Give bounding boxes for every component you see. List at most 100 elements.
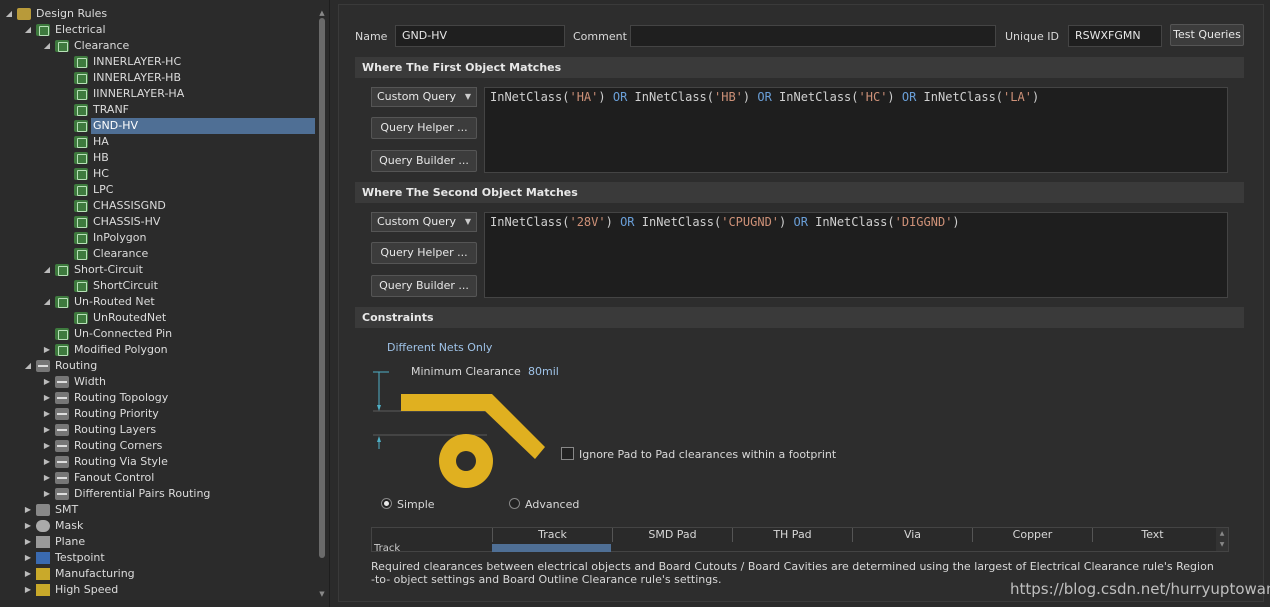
tree-category-high-speed[interactable]: ▶ High Speed <box>0 582 316 598</box>
expand-arrow-icon[interactable]: ▶ <box>42 438 52 454</box>
query-token: ) <box>605 215 621 229</box>
first-query-builder-button[interactable]: Query Builder ... <box>371 150 477 172</box>
name-label: Name <box>355 30 388 43</box>
tree-category-electrical[interactable]: ◢ Electrical <box>0 22 316 38</box>
tree-node-label: LPC <box>93 183 114 196</box>
first-query-helper-button[interactable]: Query Helper ... <box>371 117 477 139</box>
constraints-header: Constraints <box>355 307 1244 328</box>
first-query-editor[interactable]: InNetClass('HA') OR InNetClass('HB') OR … <box>484 87 1228 173</box>
tree-node-label: Differential Pairs Routing <box>74 487 211 500</box>
chevron-down-icon: ▼ <box>464 217 471 226</box>
advanced-radio[interactable] <box>509 498 520 509</box>
matrix-column-header: Track <box>492 528 612 542</box>
first-query-type-combo[interactable]: Custom Query ▼ <box>371 87 477 107</box>
tree-scrollbar-thumb[interactable] <box>319 18 325 558</box>
tree-node-label: InPolygon <box>93 231 147 244</box>
tree-rule-type-modified-polygon[interactable]: ▶ Modified Polygon <box>0 342 316 358</box>
tree-rule-gnd-hv[interactable]: GND-HV <box>0 118 316 134</box>
tree-rule-type-routing-topology[interactable]: ▶ Routing Topology <box>0 390 316 406</box>
routing-icon <box>55 424 69 436</box>
clearance-matrix[interactable]: Track SMD Pad TH Pad Via Copper Text Track ▲ ▼ <box>371 527 1229 552</box>
expand-arrow-icon[interactable]: ▶ <box>23 518 33 534</box>
tree-rule-iinnerlayer-ha[interactable]: IINNERLAYER-HA <box>0 86 316 102</box>
expand-arrow-icon[interactable]: ▶ <box>42 486 52 502</box>
scroll-up-icon[interactable]: ▲ <box>317 8 327 18</box>
tree-category-smt[interactable]: ▶ SMT <box>0 502 316 518</box>
expand-arrow-icon[interactable]: ▶ <box>42 422 52 438</box>
expand-arrow-icon[interactable]: ▶ <box>23 582 33 598</box>
ignore-pad-label: Ignore Pad to Pad clearances within a fo… <box>579 448 837 461</box>
tree-node-label: SMT <box>55 503 79 516</box>
name-field[interactable]: GND-HV <box>395 25 565 47</box>
tree-rule-lpc[interactable]: LPC <box>0 182 316 198</box>
collapse-arrow-icon[interactable]: ◢ <box>4 6 14 22</box>
tree-rule-shortcircuit[interactable]: ShortCircuit <box>0 278 316 294</box>
tree-rule-type-unrouted-net[interactable]: ◢ Un-Routed Net <box>0 294 316 310</box>
collapse-arrow-icon[interactable]: ◢ <box>23 22 33 38</box>
expand-arrow-icon[interactable]: ▶ <box>23 550 33 566</box>
tree-node-label: Manufacturing <box>55 567 135 580</box>
net-scope-selector[interactable]: Different Nets Only <box>387 341 492 354</box>
tree-rule-clearance[interactable]: Clearance <box>0 246 316 262</box>
tree-rule-type-clearance[interactable]: ◢ Clearance <box>0 38 316 54</box>
rule-icon <box>55 40 69 52</box>
ignore-pad-checkbox[interactable] <box>561 447 574 460</box>
tree-rule-unroutednet[interactable]: UnRoutedNet <box>0 310 316 326</box>
tree-node-label: Routing Topology <box>74 391 169 404</box>
expand-arrow-icon[interactable]: ▶ <box>42 342 52 358</box>
expand-arrow-icon[interactable]: ▶ <box>42 374 52 390</box>
tree-rule-inpolygon[interactable]: InPolygon <box>0 230 316 246</box>
collapse-arrow-icon[interactable]: ◢ <box>23 358 33 374</box>
expand-arrow-icon[interactable]: ▶ <box>42 390 52 406</box>
second-query-type-combo[interactable]: Custom Query ▼ <box>371 212 477 232</box>
tree-root-design-rules[interactable]: ◢ Design Rules <box>0 6 316 22</box>
second-query-helper-button[interactable]: Query Helper ... <box>371 242 477 264</box>
tree-rule-innerlayer-hb[interactable]: INNERLAYER-HB <box>0 70 316 86</box>
tree-rule-type-differential-pairs-routing[interactable]: ▶ Differential Pairs Routing <box>0 486 316 502</box>
expand-arrow-icon[interactable]: ▶ <box>42 406 52 422</box>
expand-arrow-icon[interactable]: ▶ <box>42 470 52 486</box>
tree-rule-type-unconnected-pin[interactable]: Un-Connected Pin <box>0 326 316 342</box>
expand-arrow-icon[interactable]: ▶ <box>23 534 33 550</box>
tree-category-manufacturing[interactable]: ▶ Manufacturing <box>0 566 316 582</box>
test-queries-button[interactable]: Test Queries <box>1170 24 1244 46</box>
tree-category-mask[interactable]: ▶ Mask <box>0 518 316 534</box>
tree-rule-innerlayer-hc[interactable]: INNERLAYER-HC <box>0 54 316 70</box>
tree-rule-type-routing-priority[interactable]: ▶ Routing Priority <box>0 406 316 422</box>
tree-category-testpoint[interactable]: ▶ Testpoint <box>0 550 316 566</box>
collapse-arrow-icon[interactable]: ◢ <box>42 262 52 278</box>
tree-rule-chassisgnd[interactable]: CHASSISGND <box>0 198 316 214</box>
expand-arrow-icon[interactable]: ▶ <box>23 566 33 582</box>
matrix-cell-track-track[interactable] <box>492 544 611 552</box>
dimension-arrow-up <box>377 436 381 442</box>
scroll-down-icon[interactable]: ▼ <box>317 589 327 599</box>
tree-rule-tranf[interactable]: TRANF <box>0 102 316 118</box>
tree-category-routing[interactable]: ◢ Routing <box>0 358 316 374</box>
matrix-scrollbar[interactable]: ▲ ▼ <box>1216 528 1228 551</box>
simple-radio[interactable] <box>381 498 392 509</box>
tree-rule-type-fanout-control[interactable]: ▶ Fanout Control <box>0 470 316 486</box>
collapse-arrow-icon[interactable]: ◢ <box>42 38 52 54</box>
tree-rule-type-width[interactable]: ▶ Width <box>0 374 316 390</box>
matrix-column-header: Copper <box>972 528 1092 542</box>
tree-rule-type-routing-layers[interactable]: ▶ Routing Layers <box>0 422 316 438</box>
tree-rule-type-short-circuit[interactable]: ◢ Short-Circuit <box>0 262 316 278</box>
matrix-column-header: Text <box>1092 528 1212 542</box>
tree-category-plane[interactable]: ▶ Plane <box>0 534 316 550</box>
tree-rule-type-routing-via-style[interactable]: ▶ Routing Via Style <box>0 454 316 470</box>
tree-rule-chassis-hv[interactable]: CHASSIS-HV <box>0 214 316 230</box>
collapse-arrow-icon[interactable]: ◢ <box>42 294 52 310</box>
expand-arrow-icon[interactable]: ▶ <box>23 502 33 518</box>
tree-rule-ha[interactable]: HA <box>0 134 316 150</box>
unique-id-field[interactable]: RSWXFGMN <box>1068 25 1162 47</box>
comment-field[interactable] <box>630 25 996 47</box>
tree-node-label: INNERLAYER-HC <box>93 55 182 68</box>
tree-rule-hb[interactable]: HB <box>0 150 316 166</box>
tree-node-label: GND-HV <box>91 118 315 134</box>
second-query-editor[interactable]: InNetClass('28V') OR InNetClass('CPUGND'… <box>484 212 1228 298</box>
tree-node-label: Width <box>74 375 106 388</box>
tree-rule-hc[interactable]: HC <box>0 166 316 182</box>
second-query-builder-button[interactable]: Query Builder ... <box>371 275 477 297</box>
expand-arrow-icon[interactable]: ▶ <box>42 454 52 470</box>
tree-rule-type-routing-corners[interactable]: ▶ Routing Corners <box>0 438 316 454</box>
